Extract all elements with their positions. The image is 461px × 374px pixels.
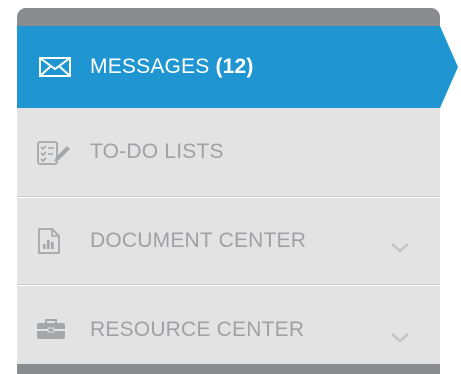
menu-item-messages[interactable]: MESSAGES (12) [17, 26, 458, 108]
menu-item-document-center[interactable]: DOCUMENT CENTER [17, 198, 440, 285]
sidebar-menu: TO-DO LISTS DOCUMENT CENTER RESOURCE CEN… [17, 8, 458, 374]
menu-bottom-frame [17, 364, 440, 374]
chevron-down-icon[interactable] [390, 236, 410, 260]
unread-count-badge: (12) [215, 55, 254, 78]
envelope-icon [39, 57, 71, 83]
briefcase-icon [36, 318, 66, 346]
menu-item-label: MESSAGES [90, 55, 210, 78]
menu-item-label: DOCUMENT CENTER [90, 229, 307, 252]
menu-item-label-group: MESSAGES (12) [90, 55, 254, 79]
menu-item-resource-center[interactable]: RESOURCE CENTER [17, 286, 440, 374]
menu-item-label: TO-DO LISTS [90, 140, 224, 163]
menu-item-label: RESOURCE CENTER [90, 318, 305, 341]
menu-item-todo-lists[interactable]: TO-DO LISTS [17, 108, 440, 197]
chevron-down-icon[interactable] [390, 326, 410, 350]
checklist-pen-icon [37, 141, 73, 171]
document-chart-icon [38, 228, 60, 260]
